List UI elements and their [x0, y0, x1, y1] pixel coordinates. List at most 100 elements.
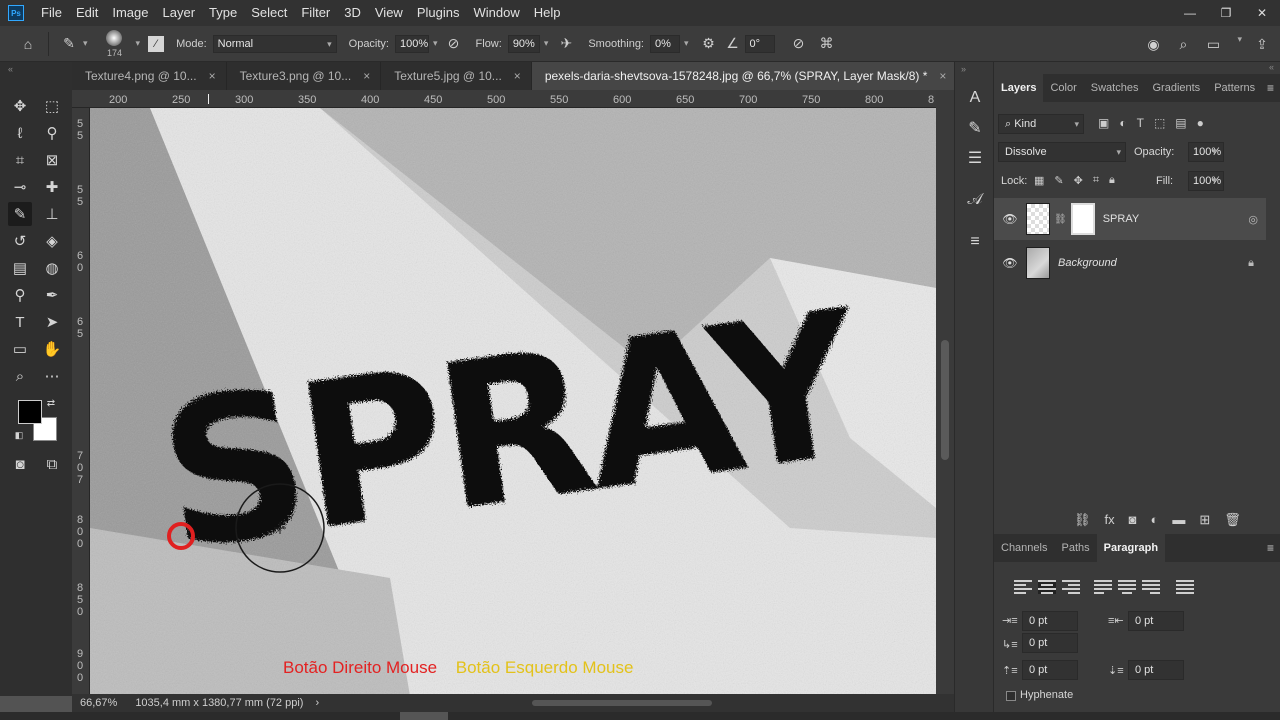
indent-right-input[interactable]: 0 pt	[1128, 611, 1184, 631]
share-icon[interactable]: ⇪	[1252, 34, 1272, 54]
scroll-thumb[interactable]	[941, 340, 949, 460]
space-before-input[interactable]: 0 pt	[1022, 660, 1078, 680]
tab-channels[interactable]: Channels	[994, 534, 1054, 562]
document-canvas[interactable]: SPRAY Botão Direito Mouse Botão Esquerdo…	[90, 108, 936, 696]
more-tools-icon[interactable]: ⋯	[40, 364, 64, 388]
layer-filter-select[interactable]: ⌕ Kind ▾	[998, 114, 1084, 134]
close-tab-icon[interactable]: ×	[514, 62, 521, 90]
marquee-tool-icon[interactable]: ⬚	[40, 94, 64, 118]
filter-type-icon[interactable]: T	[1137, 116, 1144, 130]
layer-row-background[interactable]: 👁︎ Background 🔒︎	[994, 242, 1266, 284]
lock-transparent-icon[interactable]: ▦	[1034, 174, 1044, 187]
tab-texture3[interactable]: Texture3.png @ 10... ×	[227, 62, 382, 90]
flow-chevron-icon[interactable]: ▾	[544, 38, 549, 49]
lock-all-icon[interactable]: 🔒︎	[1109, 174, 1115, 187]
brush-tool-icon[interactable]: ✎	[8, 202, 32, 226]
quick-mask-icon[interactable]: ◙	[8, 452, 32, 476]
layer-options-icon[interactable]: ◎	[1248, 213, 1258, 226]
swap-colors-icon[interactable]: ⇄	[44, 396, 58, 410]
opacity-input[interactable]: 100%	[395, 34, 429, 53]
menu-3d[interactable]: 3D	[337, 0, 368, 26]
brush-tool-icon[interactable]: ✎	[59, 34, 79, 54]
tab-layers[interactable]: Layers	[994, 74, 1044, 102]
zoom-level[interactable]: 66,67%	[80, 697, 117, 709]
tab-texture4[interactable]: Texture4.png @ 10... ×	[72, 62, 227, 90]
close-tab-icon[interactable]: ×	[209, 62, 216, 90]
tab-color[interactable]: Color	[1043, 74, 1083, 102]
brush-settings-panel-icon[interactable]: ✎	[963, 116, 987, 140]
menu-view[interactable]: View	[368, 0, 410, 26]
new-layer-icon[interactable]: ⊞	[1199, 512, 1210, 528]
indent-first-line-input[interactable]: 0 pt	[1022, 633, 1078, 653]
gear-icon[interactable]: ⚙	[699, 34, 719, 54]
gradient-tool-icon[interactable]: ▤	[8, 256, 32, 280]
tab-swatches[interactable]: Swatches	[1084, 74, 1146, 102]
path-select-icon[interactable]: ➤	[40, 310, 64, 334]
lasso-tool-icon[interactable]: ℓ	[8, 121, 32, 145]
menu-type[interactable]: Type	[202, 0, 244, 26]
menu-file[interactable]: File	[34, 0, 69, 26]
collapse-panels-icon[interactable]: »	[961, 64, 966, 74]
symmetry-icon[interactable]: ⌘	[817, 34, 837, 54]
menu-window[interactable]: Window	[466, 0, 526, 26]
menu-filter[interactable]: Filter	[294, 0, 337, 26]
layer-row-spray[interactable]: 👁︎ ⛓ SPRAY ◎	[994, 198, 1266, 240]
menu-plugins[interactable]: Plugins	[410, 0, 467, 26]
adjustment-layer-icon[interactable]: ◐	[1151, 512, 1159, 528]
workspace-icon[interactable]: ▭	[1203, 34, 1223, 54]
search-icon[interactable]: ⌕	[1173, 34, 1193, 54]
lock-image-icon[interactable]: ✎	[1054, 174, 1063, 187]
align-right-icon[interactable]	[1062, 580, 1080, 594]
brush-settings-icon[interactable]: ⁄	[148, 35, 165, 52]
collapse-toolbar-icon[interactable]: «	[8, 64, 13, 74]
workspace-chevron-icon[interactable]: ▾	[1237, 34, 1242, 54]
delete-layer-icon[interactable]: 🗑︎	[1224, 512, 1241, 528]
filter-adjustment-icon[interactable]: ◐	[1119, 116, 1126, 130]
pen-tool-icon[interactable]: ✒	[40, 283, 64, 307]
justify-all-icon[interactable]	[1176, 580, 1194, 594]
lock-position-icon[interactable]: ✥	[1074, 174, 1083, 187]
minimize-button[interactable]: —	[1172, 0, 1208, 26]
opacity-chevron-icon[interactable]: ▾	[433, 38, 438, 49]
layer-opacity-input[interactable]: 100%	[1188, 142, 1224, 162]
fill-chevron-icon[interactable]: ▾	[1212, 175, 1217, 186]
close-tab-icon[interactable]: ×	[939, 62, 946, 90]
dodge-tool-icon[interactable]: ⚲	[8, 283, 32, 307]
mask-link-icon[interactable]: ⛓	[1054, 214, 1067, 225]
hand-tool-icon[interactable]: ✋	[40, 337, 64, 361]
taskbar-item[interactable]	[400, 712, 448, 720]
history-brush-icon[interactable]: ↺	[8, 229, 32, 253]
share-user-icon[interactable]: ◉	[1143, 34, 1163, 54]
clone-stamp-icon[interactable]: ⊥	[40, 202, 64, 226]
justify-center-icon[interactable]	[1118, 580, 1136, 594]
screen-mode-icon[interactable]: ⧉	[40, 452, 64, 476]
lock-artboard-icon[interactable]: ⌗	[1093, 174, 1099, 187]
tab-paragraph[interactable]: Paragraph	[1096, 534, 1166, 562]
menu-layer[interactable]: Layer	[156, 0, 203, 26]
home-icon[interactable]: ⌂	[18, 34, 38, 54]
tool-presets-icon[interactable]: ☰	[963, 146, 987, 170]
smoothing-input[interactable]: 0%	[650, 34, 680, 53]
tool-preset-chevron-icon[interactable]: ▾	[83, 38, 88, 49]
healing-brush-icon[interactable]: ✚	[40, 175, 64, 199]
flow-input[interactable]: 90%	[507, 34, 540, 53]
panel-menu-icon[interactable]: ≡	[1267, 81, 1274, 95]
rectangle-tool-icon[interactable]: ▭	[8, 337, 32, 361]
visibility-eye-icon[interactable]: 👁︎	[994, 212, 1026, 226]
glyphs-panel-icon[interactable]: 𝒜	[963, 188, 987, 212]
mode-select[interactable]: Normal ▾	[212, 34, 337, 53]
default-colors-icon[interactable]: ◧	[12, 428, 26, 442]
character-panel-icon[interactable]: A	[963, 86, 987, 110]
menu-image[interactable]: Image	[105, 0, 155, 26]
tab-pexels-active[interactable]: pexels-daria-shevtsova-1578248.jpg @ 66,…	[531, 62, 958, 90]
blur-tool-icon[interactable]: ◍	[40, 256, 64, 280]
filter-toggle-icon[interactable]: ●	[1197, 116, 1204, 130]
filter-shape-icon[interactable]: ⬚	[1154, 116, 1165, 130]
status-menu-arrow-icon[interactable]: ›	[315, 697, 319, 709]
align-center-icon[interactable]	[1038, 580, 1056, 594]
pressure-size-icon[interactable]: ⊘	[789, 34, 809, 54]
object-select-icon[interactable]: ⚲	[40, 121, 64, 145]
blend-mode-select[interactable]: Dissolve ▾	[998, 142, 1126, 162]
menu-edit[interactable]: Edit	[69, 0, 105, 26]
justify-left-icon[interactable]	[1094, 580, 1112, 594]
